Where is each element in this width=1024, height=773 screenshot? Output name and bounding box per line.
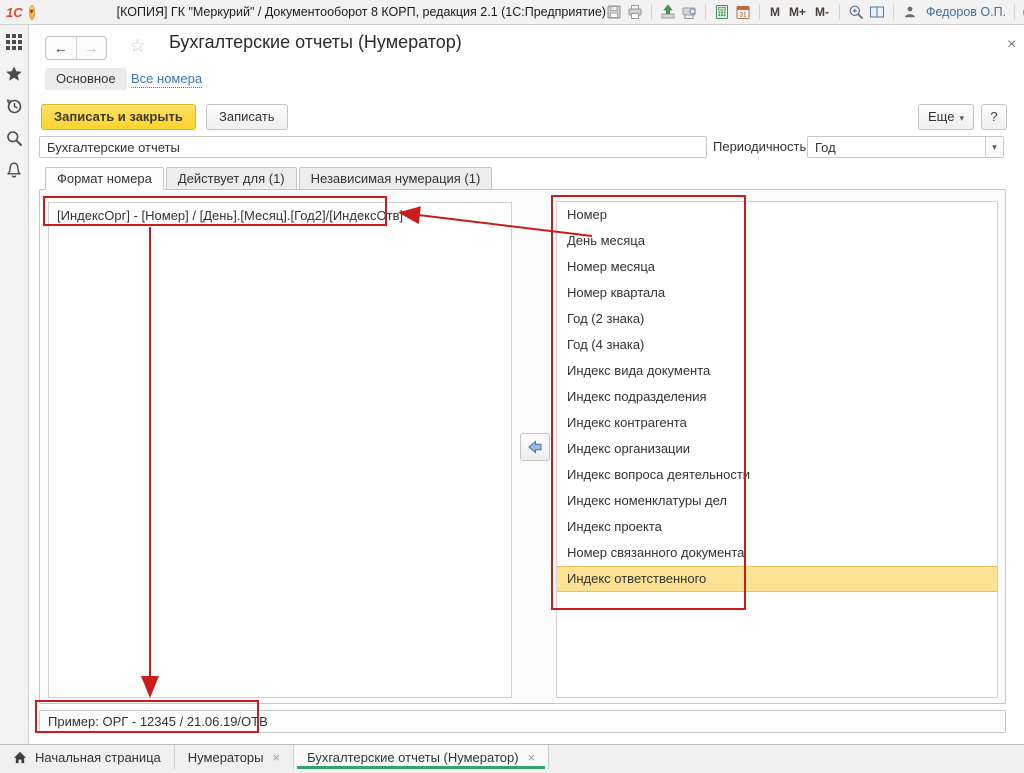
divider bbox=[893, 4, 894, 20]
token-list-item[interactable]: Индекс проекта bbox=[557, 514, 997, 540]
tab-accounting-reports-numerator[interactable]: Бухгалтерские отчеты (Нумератор) × bbox=[294, 745, 549, 769]
main-menu-button[interactable]: ▾ bbox=[29, 5, 35, 20]
divider bbox=[705, 4, 706, 20]
insert-token-button[interactable] bbox=[520, 433, 550, 461]
divider bbox=[651, 4, 652, 20]
tab-numerators[interactable]: Нумераторы × bbox=[175, 745, 294, 769]
tab-independent-numbering[interactable]: Независимая нумерация (1) bbox=[299, 167, 493, 190]
token-list-item[interactable]: Индекс организации bbox=[557, 436, 997, 462]
tab-label: Начальная страница bbox=[35, 750, 161, 765]
close-icon[interactable]: × bbox=[273, 751, 281, 764]
token-list-item[interactable]: Год (4 знака) bbox=[557, 332, 997, 358]
tab-label: Бухгалтерские отчеты (Нумератор) bbox=[307, 750, 518, 765]
print-icon[interactable] bbox=[627, 4, 643, 20]
token-list-item[interactable]: Номер bbox=[557, 202, 997, 228]
menu-grid-icon[interactable] bbox=[5, 33, 23, 51]
tab-home-page[interactable]: Начальная страница bbox=[0, 745, 175, 769]
periodicity-select[interactable]: Год ▾ bbox=[807, 136, 1004, 158]
1c-logo-icon: 1С bbox=[6, 5, 23, 20]
close-icon[interactable]: × bbox=[528, 751, 536, 764]
form-window: ← → ☆ Бухгалтерские отчеты (Нумератор) ×… bbox=[28, 25, 1024, 744]
chevron-down-icon: ▾ bbox=[959, 113, 964, 123]
divider bbox=[1014, 4, 1015, 20]
periodicity-label: Периодичность: bbox=[713, 139, 810, 154]
save-icon[interactable] bbox=[606, 4, 622, 20]
token-list-item[interactable]: Индекс номенклатуры дел bbox=[557, 488, 997, 514]
nav-link-main[interactable]: Основное bbox=[45, 68, 127, 90]
token-list-item[interactable]: Номер месяца bbox=[557, 254, 997, 280]
history-nav-buttons: ← → bbox=[45, 36, 107, 60]
token-list-item[interactable]: Индекс вопроса деятельности bbox=[557, 462, 997, 488]
current-user[interactable]: Федоров О.П. bbox=[926, 5, 1006, 19]
active-tab-underline bbox=[297, 766, 545, 769]
page-title: Бухгалтерские отчеты (Нумератор) bbox=[169, 32, 462, 53]
tokens-list: НомерДень месяцаНомер месяцаНомер кварта… bbox=[556, 201, 998, 698]
history-icon[interactable] bbox=[5, 97, 23, 115]
numerator-name-input[interactable] bbox=[39, 136, 707, 158]
token-list-item[interactable]: Индекс вида документа bbox=[557, 358, 997, 384]
periodicity-value: Год bbox=[808, 140, 985, 155]
print-send-icon[interactable] bbox=[681, 4, 697, 20]
token-list-item[interactable]: Год (2 знака) bbox=[557, 306, 997, 332]
help-button[interactable]: ? bbox=[981, 104, 1007, 130]
nav-link-all-numbers[interactable]: Все номера bbox=[131, 71, 202, 88]
token-list-item[interactable]: Номер квартала bbox=[557, 280, 997, 306]
arrow-left-icon bbox=[527, 439, 543, 455]
token-list-item[interactable]: Индекс контрагента bbox=[557, 410, 997, 436]
token-list-item[interactable]: Индекс подразделения bbox=[557, 384, 997, 410]
token-list-item[interactable]: День месяца bbox=[557, 228, 997, 254]
save-button[interactable]: Записать bbox=[206, 104, 288, 130]
app-window: 1С ▾ [КОПИЯ] ГК "Меркурий" / Документооб… bbox=[0, 0, 1024, 773]
forward-button[interactable]: → bbox=[77, 37, 107, 59]
memory-m-plus-button[interactable]: М+ bbox=[787, 5, 808, 19]
tab-label: Нумераторы bbox=[188, 750, 264, 765]
form-tabs: Формат номера Действует для (1) Независи… bbox=[45, 167, 492, 190]
titlebar-tools: 31 М М+ М- Федоров О.П. i ▾ bbox=[606, 4, 1024, 20]
favorites-star-icon[interactable] bbox=[5, 65, 23, 83]
export-icon[interactable] bbox=[660, 4, 676, 20]
number-example-field: Пример: ОРГ - 12345 / 21.06.19/ОТВ bbox=[39, 710, 1006, 733]
token-list-item[interactable]: Номер связанного документа bbox=[557, 540, 997, 566]
format-string: [ИндексОрг] - [Номер] / [День].[Месяц].[… bbox=[57, 208, 403, 223]
memory-m-button[interactable]: М bbox=[768, 5, 782, 19]
token-list-item[interactable]: Индекс ответственного bbox=[557, 566, 997, 592]
home-icon bbox=[13, 751, 27, 764]
user-icon bbox=[902, 4, 918, 20]
more-button[interactable]: Еще ▾ bbox=[918, 104, 974, 130]
open-windows-bar: Начальная страница Нумераторы × Бухгалте… bbox=[0, 744, 1024, 773]
back-button[interactable]: ← bbox=[46, 37, 77, 59]
favorite-star-icon[interactable]: ☆ bbox=[129, 37, 146, 56]
search-icon[interactable] bbox=[5, 129, 23, 147]
divider bbox=[839, 4, 840, 20]
more-label: Еще bbox=[928, 109, 954, 124]
zoom-icon[interactable] bbox=[848, 4, 864, 20]
calendar-icon[interactable]: 31 bbox=[735, 4, 751, 20]
chevron-down-icon[interactable]: ▾ bbox=[985, 137, 1003, 157]
sidebar bbox=[0, 25, 28, 744]
number-format-group: [ИндексОрг] - [Номер] / [День].[Месяц].[… bbox=[39, 189, 1006, 704]
save-and-close-button[interactable]: Записать и закрыть bbox=[41, 104, 196, 130]
close-icon[interactable]: × bbox=[1007, 37, 1016, 53]
memory-m-minus-button[interactable]: М- bbox=[813, 5, 831, 19]
split-window-icon[interactable] bbox=[869, 4, 885, 20]
calculator-icon[interactable] bbox=[714, 4, 730, 20]
divider bbox=[759, 4, 760, 20]
app-title: [КОПИЯ] ГК "Меркурий" / Документооборот … bbox=[117, 5, 606, 19]
format-string-area[interactable]: [ИндексОрг] - [Номер] / [День].[Месяц].[… bbox=[48, 202, 512, 698]
titlebar: 1С ▾ [КОПИЯ] ГК "Меркурий" / Документооб… bbox=[0, 0, 1024, 25]
notifications-bell-icon[interactable] bbox=[5, 161, 23, 179]
tab-valid-for[interactable]: Действует для (1) bbox=[166, 167, 297, 190]
tab-number-format[interactable]: Формат номера bbox=[45, 167, 164, 190]
svg-text:31: 31 bbox=[739, 12, 747, 19]
